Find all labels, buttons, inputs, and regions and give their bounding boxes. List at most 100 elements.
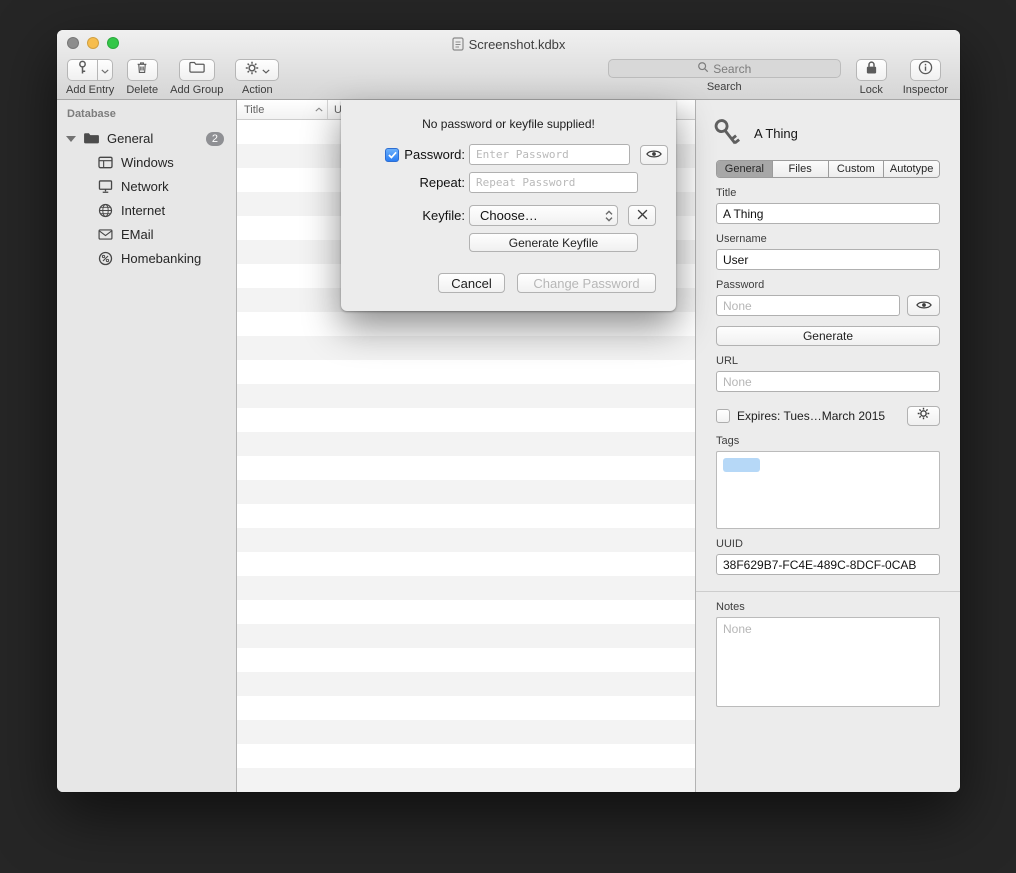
add-entry-button[interactable] xyxy=(67,59,98,81)
sidebar-group-general[interactable]: General 2 xyxy=(57,127,236,150)
sidebar-group-label: General xyxy=(107,131,153,146)
lock-tool: Lock xyxy=(856,59,887,96)
sidebar-item-email[interactable]: EMail xyxy=(57,222,236,246)
dialog-buttons: Cancel Change Password xyxy=(361,273,656,293)
password-field[interactable] xyxy=(716,295,900,316)
action-button[interactable] xyxy=(235,59,279,81)
lock-button[interactable] xyxy=(856,59,887,81)
inspector-panel: A Thing General Files Custom Autotype Ti… xyxy=(695,100,960,792)
search-placeholder: Search xyxy=(713,62,751,76)
sidebar-item-label: Network xyxy=(121,179,169,194)
sidebar: Database General 2 Windows Network xyxy=(57,100,237,792)
sidebar-item-network[interactable]: Network xyxy=(57,174,236,198)
search-input[interactable]: Search xyxy=(608,59,841,78)
folder-icon xyxy=(189,61,205,79)
eye-icon xyxy=(916,297,932,315)
tab-autotype[interactable]: Autotype xyxy=(884,161,939,177)
add-entry-dropdown-button[interactable] xyxy=(98,59,113,81)
sidebar-item-label: Internet xyxy=(121,203,165,218)
sidebar-item-windows[interactable]: Windows xyxy=(57,150,236,174)
windows-icon xyxy=(97,156,113,169)
trash-icon xyxy=(135,60,149,80)
url-field-label: URL xyxy=(716,355,940,367)
lock-icon xyxy=(865,60,878,80)
sidebar-item-label: Windows xyxy=(121,155,174,170)
password-label: Password: xyxy=(404,147,465,162)
inspector-button[interactable] xyxy=(910,59,941,81)
reveal-password-button[interactable] xyxy=(640,145,668,165)
add-group-label: Add Group xyxy=(170,84,223,96)
repeat-label: Repeat: xyxy=(419,175,465,190)
delete-label: Delete xyxy=(126,84,158,96)
password-row: Password: xyxy=(361,144,656,165)
add-group-button[interactable] xyxy=(179,59,215,81)
uuid-label: UUID xyxy=(716,538,940,550)
cancel-button[interactable]: Cancel xyxy=(438,273,505,293)
window-chrome: Screenshot.kdbx Add Ent xyxy=(57,30,960,100)
window-title: Screenshot.kdbx xyxy=(57,36,960,52)
stepper-icon xyxy=(605,210,613,222)
tags-box[interactable] xyxy=(716,451,940,529)
eye-icon xyxy=(646,146,662,164)
enter-password-input[interactable] xyxy=(469,144,630,165)
lock-label: Lock xyxy=(860,84,883,96)
tab-files[interactable]: Files xyxy=(773,161,829,177)
repeat-password-input[interactable] xyxy=(469,172,638,193)
column-header-title[interactable]: Title xyxy=(237,100,328,119)
search-icon xyxy=(697,61,709,76)
add-entry-label: Add Entry xyxy=(66,84,114,96)
info-icon xyxy=(918,60,933,80)
network-icon xyxy=(97,180,113,193)
inspector-tabs: General Files Custom Autotype xyxy=(716,160,940,178)
change-password-dialog: No password or keyfile supplied! Passwor… xyxy=(341,100,676,311)
expires-settings-button[interactable] xyxy=(907,406,940,426)
generate-keyfile-button[interactable]: Generate Keyfile xyxy=(469,233,638,252)
chevron-down-icon xyxy=(262,61,270,79)
check-icon xyxy=(388,146,397,164)
action-tool: Action xyxy=(235,59,279,96)
disclosure-triangle-icon[interactable] xyxy=(66,136,76,142)
column-title-label: Title xyxy=(244,104,264,116)
sidebar-header: Database xyxy=(57,108,236,127)
entry-title: A Thing xyxy=(754,126,798,141)
dialog-message: No password or keyfile supplied! xyxy=(361,117,656,131)
percent-coin-icon xyxy=(97,251,113,266)
keyfile-row: Keyfile: Choose… xyxy=(361,205,656,226)
sidebar-item-homebanking[interactable]: Homebanking xyxy=(57,246,236,270)
tab-custom[interactable]: Custom xyxy=(829,161,885,177)
sidebar-item-label: Homebanking xyxy=(121,251,201,266)
username-field[interactable] xyxy=(716,249,940,270)
tags-label: Tags xyxy=(716,435,940,447)
notes-field[interactable]: None xyxy=(716,617,940,707)
sidebar-item-internet[interactable]: Internet xyxy=(57,198,236,222)
key-icon xyxy=(75,59,90,81)
tag-chip[interactable] xyxy=(723,458,760,472)
entry-header: A Thing xyxy=(716,110,940,156)
title-field[interactable] xyxy=(716,203,940,224)
uuid-field[interactable] xyxy=(716,554,940,575)
delete-tool: Delete xyxy=(126,59,158,96)
change-password-button[interactable]: Change Password xyxy=(517,273,656,293)
add-group-tool: Add Group xyxy=(170,59,223,96)
clear-keyfile-button[interactable] xyxy=(628,205,656,226)
gear-icon xyxy=(917,407,930,425)
reveal-password-button[interactable] xyxy=(907,295,940,316)
envelope-icon xyxy=(97,229,113,240)
titlebar[interactable]: Screenshot.kdbx xyxy=(57,30,960,56)
keyfile-label: Keyfile: xyxy=(422,208,465,223)
password-checkbox[interactable] xyxy=(385,148,399,162)
url-field[interactable] xyxy=(716,371,940,392)
group-count-badge: 2 xyxy=(206,132,224,146)
password-field-label: Password xyxy=(716,279,940,291)
delete-button[interactable] xyxy=(127,59,158,81)
globe-icon xyxy=(97,203,113,218)
keyfile-popup[interactable]: Choose… xyxy=(469,205,618,226)
add-entry-tool: Add Entry xyxy=(66,59,114,96)
generate-password-button[interactable]: Generate xyxy=(716,326,940,346)
repeat-row: Repeat: xyxy=(361,172,656,193)
document-icon xyxy=(452,37,464,51)
app-window: Screenshot.kdbx Add Ent xyxy=(57,30,960,792)
notes-label: Notes xyxy=(716,601,940,613)
tab-general[interactable]: General xyxy=(717,161,773,177)
expires-checkbox[interactable] xyxy=(716,409,730,423)
